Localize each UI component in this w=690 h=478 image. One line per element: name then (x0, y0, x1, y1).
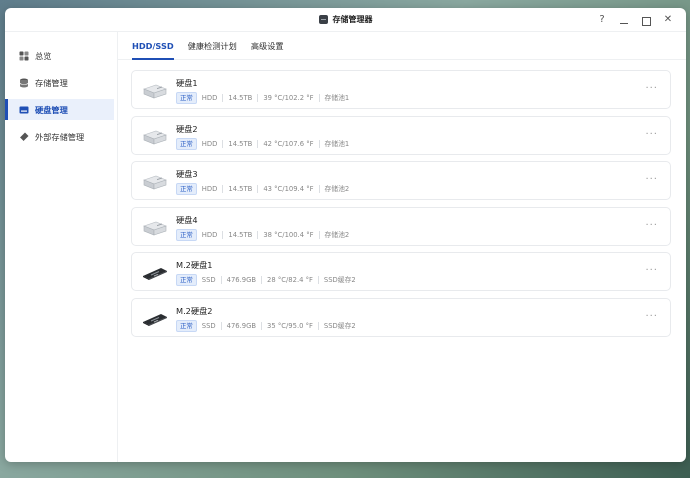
disk-pool: 存储池2 (318, 230, 355, 239)
sidebar-item-external-storage[interactable]: 外部存储管理 (5, 126, 117, 147)
disk-type: SSD (201, 321, 216, 330)
status-badge: 正常 (176, 319, 197, 332)
disk-pool: SSD缓存2 (317, 321, 361, 330)
minimize-button[interactable] (618, 17, 630, 24)
disk-size: 476.9GB (220, 276, 261, 285)
disk-card-4[interactable]: 硬盘4 正常 HDD 14.5TB 38 °C/100.4 °F 存储池2 ··… (131, 206, 671, 246)
disk-temperature: 38 °C/100.4 °F (257, 230, 318, 239)
title-bar: 存储管理器 ? ✕ (5, 8, 686, 32)
help-button[interactable]: ? (596, 14, 608, 26)
disk-card-3[interactable]: 硬盘3 正常 HDD 14.5TB 43 °C/109.4 °F 存储池2 ··… (131, 161, 671, 201)
tab-bar: HDD/SSD 健康检测计划 高级设置 (118, 32, 686, 60)
disk-size: 14.5TB (222, 185, 257, 194)
disk-name: 硬盘1 (176, 78, 198, 88)
sidebar-item-label: 外部存储管理 (35, 131, 85, 142)
disk-type: SSD (201, 276, 216, 285)
disk-card-5[interactable]: M.2硬盘1 正常 SSD 476.9GB 28 °C/82.4 °F SSD缓… (131, 252, 671, 292)
disk-name: M.2硬盘2 (176, 305, 213, 316)
more-options-button[interactable]: ··· (645, 175, 658, 185)
storage-manager-window: 存储管理器 ? ✕ 总览 存储管理 硬盘管理 外部存储管理 HDD/SSD 健康… (5, 8, 686, 462)
usb-drive-icon (19, 132, 29, 142)
disk-icon (19, 105, 29, 115)
disk-type: HDD (201, 94, 218, 102)
disk-meta: 正常 HDD 14.5TB 39 °C/102.2 °F 存储池1 (176, 92, 354, 104)
status-badge: 正常 (176, 137, 197, 150)
disk-type: HDD (201, 139, 218, 148)
disk-meta: 正常 HDD 14.5TB 43 °C/109.4 °F 存储池2 (176, 183, 355, 196)
disk-size: 476.9GB (220, 321, 261, 330)
disk-meta: 正常 HDD 14.5TB 42 °C/107.6 °F 存储池1 (176, 137, 355, 150)
status-badge: 正常 (176, 228, 197, 241)
hdd-icon (142, 218, 168, 238)
disk-meta: 正常 HDD 14.5TB 38 °C/100.4 °F 存储池2 (176, 228, 355, 241)
storage-manager-app-icon (318, 15, 328, 24)
disk-pool: SSD缓存2 (317, 276, 361, 285)
tab-advanced-settings[interactable]: 高级设置 (251, 32, 284, 60)
sidebar-item-disk-management[interactable]: 硬盘管理 (5, 99, 114, 120)
disk-name: M.2硬盘1 (176, 260, 213, 271)
disk-card-2[interactable]: 硬盘2 正常 HDD 14.5TB 42 °C/107.6 °F 存储池1 ··… (131, 115, 671, 155)
maximize-button[interactable] (640, 15, 652, 26)
tab-health-check-plan[interactable]: 健康检测计划 (188, 32, 237, 60)
disk-pool: 存储池1 (318, 139, 355, 148)
disk-meta: 正常 SSD 476.9GB 28 °C/82.4 °F SSD缓存2 (176, 274, 361, 287)
m2-ssd-icon (142, 263, 168, 283)
sidebar: 总览 存储管理 硬盘管理 外部存储管理 (5, 32, 118, 462)
database-icon (19, 78, 29, 88)
disk-pool: 存储池1 (318, 94, 355, 102)
disk-type: HDD (201, 230, 218, 239)
tab-hdd-ssd[interactable]: HDD/SSD (132, 32, 174, 60)
more-options-button[interactable]: ··· (645, 129, 658, 140)
status-badge: 正常 (176, 183, 197, 196)
hdd-icon (142, 81, 168, 101)
disk-temperature: 35 °C/95.0 °F (261, 321, 318, 330)
status-badge: 正常 (176, 274, 197, 287)
more-options-button[interactable]: ··· (645, 266, 658, 276)
more-options-button[interactable]: ··· (645, 84, 658, 94)
hdd-icon (142, 127, 168, 147)
disk-temperature: 42 °C/107.6 °F (257, 139, 318, 148)
disk-card-6[interactable]: M.2硬盘2 正常 SSD 476.9GB 35 °C/95.0 °F SSD缓… (131, 297, 671, 337)
sidebar-item-label: 存储管理 (35, 77, 68, 88)
sidebar-item-overview[interactable]: 总览 (5, 45, 117, 66)
disk-meta: 正常 SSD 476.9GB 35 °C/95.0 °F SSD缓存2 (176, 319, 361, 332)
hdd-icon (142, 172, 168, 192)
more-options-button[interactable]: ··· (645, 220, 658, 231)
disk-name: 硬盘3 (176, 169, 198, 180)
sidebar-item-label: 总览 (35, 50, 52, 61)
disk-temperature: 43 °C/109.4 °F (257, 185, 318, 194)
close-button[interactable]: ✕ (662, 14, 674, 26)
disk-name: 硬盘2 (176, 123, 198, 134)
m2-ssd-icon (142, 309, 168, 329)
main-content: HDD/SSD 健康检测计划 高级设置 硬盘1 正常 HDD 14.5TB 39… (118, 32, 686, 462)
more-options-button[interactable]: ··· (645, 311, 658, 322)
disk-list: 硬盘1 正常 HDD 14.5TB 39 °C/102.2 °F 存储池1 ··… (118, 60, 686, 337)
disk-pool: 存储池2 (318, 185, 355, 194)
disk-type: HDD (201, 185, 218, 194)
status-badge: 正常 (176, 92, 197, 104)
sidebar-item-label: 硬盘管理 (35, 104, 68, 115)
disk-size: 14.5TB (222, 94, 257, 102)
disk-size: 14.5TB (222, 139, 257, 148)
disk-temperature: 39 °C/102.2 °F (257, 94, 318, 102)
disk-card-1[interactable]: 硬盘1 正常 HDD 14.5TB 39 °C/102.2 °F 存储池1 ··… (131, 70, 671, 109)
disk-temperature: 28 °C/82.4 °F (261, 276, 318, 285)
overview-icon (19, 51, 29, 61)
sidebar-item-storage[interactable]: 存储管理 (5, 72, 117, 93)
disk-size: 14.5TB (222, 230, 257, 239)
disk-name: 硬盘4 (176, 214, 198, 225)
window-title: 存储管理器 (332, 15, 373, 24)
